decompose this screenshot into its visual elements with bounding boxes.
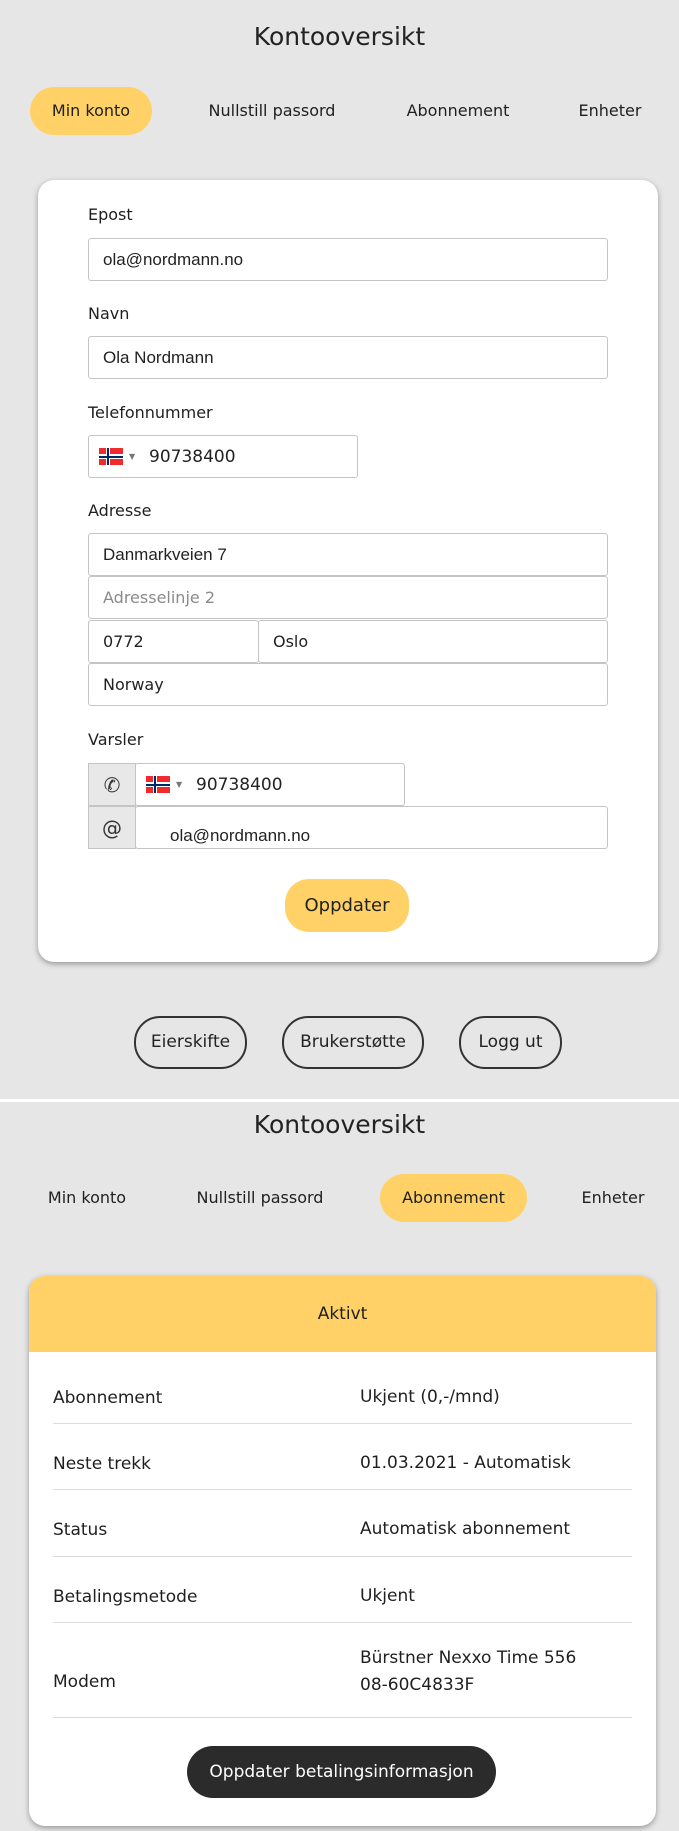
email-label: Epost: [88, 205, 133, 224]
tab-abonnement[interactable]: Abonnement: [380, 1174, 527, 1222]
name-label: Navn: [88, 304, 130, 323]
row-label-status: Status: [53, 1520, 108, 1540]
tab-min-konto[interactable]: Min konto: [30, 87, 152, 135]
notify-phone-field[interactable]: ▼ 90738400: [135, 763, 405, 806]
at-sign-icon: @: [88, 806, 136, 849]
row-label-modem: Modem: [53, 1672, 116, 1692]
subscription-status-header: Aktivt: [29, 1276, 656, 1352]
divider: [53, 1556, 632, 1557]
address-line2-field[interactable]: Adresselinje 2: [88, 576, 608, 619]
account-form-card: Epost ola@nordmann.no Navn Ola Nordmann …: [38, 180, 658, 962]
divider: [53, 1622, 632, 1623]
tab-abonnement[interactable]: Abonnement: [393, 87, 523, 135]
tab-enheter[interactable]: Enheter: [568, 1174, 658, 1222]
city-field[interactable]: Oslo: [258, 620, 608, 663]
update-button[interactable]: Oppdater: [285, 879, 409, 932]
row-value-next-charge: 01.03.2021 - Automatisk: [360, 1453, 571, 1473]
norway-flag-icon[interactable]: [99, 448, 123, 465]
tab-min-konto[interactable]: Min konto: [32, 1174, 142, 1222]
logout-button[interactable]: Logg ut: [459, 1016, 562, 1069]
tab-nullstill-passord[interactable]: Nullstill passord: [180, 1174, 340, 1222]
page-title: Kontooversikt: [253, 22, 426, 51]
row-label-next-charge: Neste trekk: [53, 1454, 151, 1474]
row-value-modem: Bürstner Nexxo Time 556 08-60C4833F: [360, 1648, 577, 1695]
subscription-card: Aktivt Abonnement Ukjent (0,-/mnd) Neste…: [29, 1276, 656, 1826]
chevron-down-icon: ▼: [176, 780, 183, 789]
address-line1-value: Danmarkveien 7: [103, 545, 227, 564]
update-payment-button[interactable]: Oppdater betalingsinformasjon: [187, 1746, 496, 1798]
divider: [53, 1489, 632, 1490]
tab-enheter[interactable]: Enheter: [570, 87, 650, 135]
chevron-down-icon: ▼: [129, 452, 136, 461]
postal-code-field[interactable]: 0772: [88, 620, 259, 663]
notifications-label: Varsler: [88, 730, 144, 749]
row-label-subscription: Abonnement: [53, 1388, 163, 1408]
page-title: Kontooversikt: [253, 1110, 426, 1139]
row-value-subscription: Ukjent (0,-/mnd): [360, 1387, 500, 1407]
account-overview-screen: Kontooversikt Min konto Nullstill passor…: [0, 0, 679, 1099]
notify-phone-value: 90738400: [196, 775, 283, 795]
address-line1-field[interactable]: Danmarkveien 7: [88, 533, 608, 576]
phone-label: Telefonnummer: [88, 403, 213, 422]
norway-flag-icon[interactable]: [146, 776, 170, 793]
owner-change-button[interactable]: Eierskifte: [134, 1016, 247, 1069]
divider: [53, 1423, 632, 1424]
row-value-payment-method: Ukjent: [360, 1586, 415, 1606]
divider: [53, 1717, 632, 1718]
address-label: Adresse: [88, 501, 152, 520]
notify-email-field[interactable]: ola@nordmann.no: [135, 806, 608, 849]
name-field[interactable]: Ola Nordmann: [88, 336, 608, 379]
country-field[interactable]: Norway: [88, 663, 608, 706]
name-value: Ola Nordmann: [103, 348, 214, 367]
email-field[interactable]: ola@nordmann.no: [88, 238, 608, 281]
email-value: ola@nordmann.no: [103, 250, 244, 269]
phone-icon: ✆: [88, 763, 136, 806]
support-button[interactable]: Brukerstøtte: [282, 1016, 424, 1069]
row-label-payment-method: Betalingsmetode: [53, 1587, 198, 1607]
row-value-status: Automatisk abonnement: [360, 1519, 571, 1539]
phone-field[interactable]: ▼ 90738400: [88, 435, 358, 478]
subscription-screen: Kontooversikt Min konto Nullstill passor…: [0, 1102, 679, 1831]
tab-nullstill-passord[interactable]: Nullstill passord: [192, 87, 352, 135]
notify-email-value: ola@nordmann.no: [170, 826, 311, 845]
phone-value: 90738400: [149, 447, 236, 467]
